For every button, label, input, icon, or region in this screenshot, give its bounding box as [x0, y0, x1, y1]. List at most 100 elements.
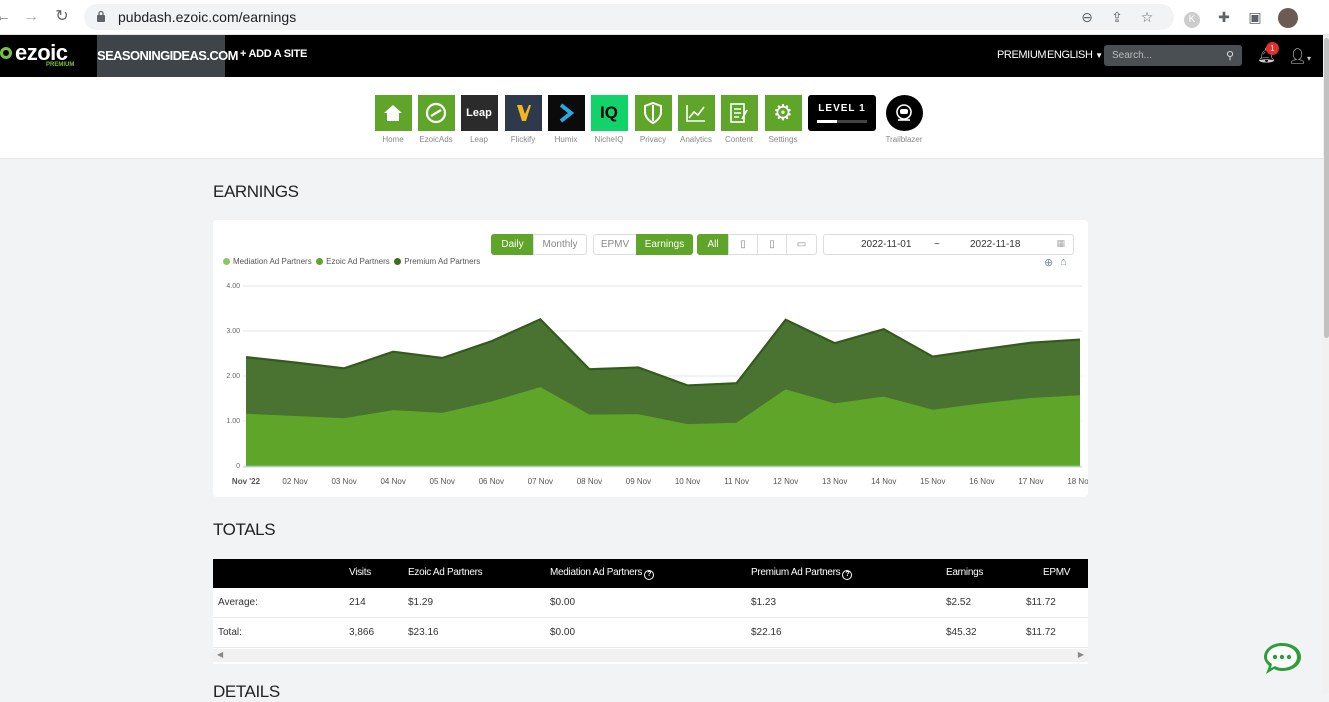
- bookmark-star-icon[interactable]: ☆: [1139, 9, 1155, 25]
- app-trailblazer[interactable]: Trailblazer: [885, 95, 923, 144]
- ezoicads-icon: [417, 95, 455, 131]
- forward-icon[interactable]: →: [22, 8, 40, 26]
- avatar[interactable]: [1278, 8, 1298, 28]
- x-tick-label: 07 Nov: [528, 477, 553, 486]
- x-tick-label: Nov '22: [232, 477, 261, 486]
- table-horizontal-scrollbar[interactable]: ◀ ▶: [213, 649, 1088, 662]
- shield-icon: [634, 95, 672, 131]
- x-tick-label: 02 Nov: [282, 477, 307, 486]
- logo-premium-label: PREMIUM: [46, 62, 75, 68]
- humix-icon: [547, 95, 585, 131]
- x-tick-label: 04 Nov: [380, 477, 405, 486]
- home-icon: [374, 95, 412, 131]
- table-row: Average: 214 $1.29 $0.00 $1.23 $2.52 $11…: [213, 588, 1088, 618]
- x-tick-label: 05 Nov: [430, 477, 455, 486]
- cell-ezoic: $1.29: [408, 597, 434, 608]
- url-text: pubdash.ezoic.com/earnings: [118, 9, 297, 25]
- col-premium-ad-partners[interactable]: Premium Ad Partners?: [751, 567, 853, 580]
- col-earnings[interactable]: Earnings: [946, 567, 983, 578]
- top-navigation: ezoic PREMIUM SEASONINGIDEAS.COM + ADD A…: [0, 35, 1323, 77]
- x-tick-label: 03 Nov: [331, 477, 356, 486]
- earnings-chart-card: Daily Monthly EPMV Earnings All ▯ ▯ ▭ 20…: [213, 220, 1088, 497]
- y-tick-label: 0: [236, 463, 240, 470]
- x-tick-label: 08 Nov: [577, 477, 602, 486]
- help-icon: ?: [842, 570, 853, 580]
- y-tick-label: 2.00: [226, 373, 240, 380]
- address-bar[interactable]: pubdash.ezoic.com/earnings ⊖ ⇪ ☆: [84, 4, 1174, 30]
- x-tick-label: 16 Nov: [969, 477, 994, 486]
- y-tick-label: 1.00: [226, 418, 240, 425]
- settings-icon: ⚙: [764, 95, 802, 131]
- caret-down-icon: ▼: [1095, 51, 1103, 60]
- table-row: Total: 3,866 $23.16 $0.00 $22.16 $45.32 …: [213, 618, 1088, 648]
- cell-ezoic: $23.16: [408, 627, 439, 638]
- cell-earnings: $45.32: [946, 627, 977, 638]
- page-scroll-thumb[interactable]: [1324, 38, 1329, 338]
- language-dropdown[interactable]: ENGLISH ▼: [1047, 49, 1103, 61]
- totals-title: TOTALS: [213, 520, 276, 539]
- cell-earnings: $2.52: [946, 597, 972, 608]
- cell-visits: 3,866: [349, 627, 375, 638]
- x-tick-label: 10 Nov: [675, 477, 700, 486]
- chat-support-icon[interactable]: [1262, 640, 1306, 678]
- cell-visits: 214: [349, 597, 366, 608]
- app-leap[interactable]: Leap Leap: [460, 95, 498, 144]
- x-tick-label: 15 Nov: [920, 477, 945, 486]
- scroll-right-icon[interactable]: ▶: [1078, 650, 1084, 659]
- x-tick-label: 13 Nov: [822, 477, 847, 486]
- site-selector[interactable]: SEASONINGIDEAS.COM: [97, 35, 238, 77]
- level-progress: [817, 120, 867, 123]
- y-tick-label: 4.00: [226, 283, 240, 290]
- analytics-icon: [677, 95, 715, 131]
- cell-epmv: $11.72: [1026, 597, 1056, 608]
- trailblazer-icon: [885, 95, 923, 131]
- row-label: Average:: [218, 597, 258, 608]
- content-icon: [720, 95, 758, 131]
- app-settings[interactable]: ⚙ Settings: [764, 95, 802, 144]
- cell-premium: $1.23: [751, 597, 777, 608]
- level-badge[interactable]: LEVEL 1: [808, 95, 876, 131]
- leap-icon: Leap: [460, 95, 498, 131]
- col-epmv[interactable]: EPMV: [1043, 567, 1070, 578]
- col-visits[interactable]: Visits: [349, 567, 371, 578]
- x-tick-label: 14 Nov: [871, 477, 896, 486]
- help-icon: ?: [644, 570, 655, 580]
- row-label: Total:: [218, 627, 242, 638]
- share-icon[interactable]: ⇪: [1109, 9, 1125, 25]
- scroll-left-icon[interactable]: ◀: [217, 650, 223, 659]
- x-tick-label: 09 Nov: [626, 477, 651, 486]
- x-tick-label: 17 Nov: [1018, 477, 1043, 486]
- search-input[interactable]: Search... ⚲: [1104, 45, 1242, 66]
- profile-k-icon[interactable]: K: [1183, 8, 1201, 28]
- nicheiq-icon: IQ: [590, 95, 628, 131]
- cell-premium: $22.16: [751, 627, 782, 638]
- lock-icon: [97, 10, 105, 22]
- table-header: Visits Ezoic Ad Partners Mediation Ad Pa…: [213, 559, 1088, 588]
- x-tick-label: 06 Nov: [479, 477, 504, 486]
- zoom-icon[interactable]: ⊖: [1079, 9, 1095, 25]
- col-ezoic-ad-partners[interactable]: Ezoic Ad Partners: [408, 567, 483, 578]
- x-tick-label: 11 Nov: [724, 477, 749, 486]
- back-icon[interactable]: ←: [0, 8, 12, 26]
- user-menu-icon[interactable]: 👤︎▾: [1288, 47, 1311, 65]
- add-site-link[interactable]: + ADD A SITE: [240, 48, 307, 60]
- earnings-area-chart: 0 1.00 2.00 3.00 4.00 Nov '22 02 Nov 03 Nov 04 N…: [226, 283, 1088, 486]
- browser-toolbar: ← → ↻ pubdash.ezoic.com/earnings ⊖ ⇪ ☆ K…: [0, 0, 1329, 35]
- app-icon-bar: Home EzoicAds Leap Leap Flickify Humix I…: [0, 77, 1323, 159]
- app-content[interactable]: Content: [720, 95, 758, 144]
- app-nicheiq[interactable]: IQ NicheIQ: [590, 95, 628, 144]
- col-mediation-ad-partners[interactable]: Mediation Ad Partners?: [550, 567, 655, 580]
- x-tick-label: 12 Nov: [773, 477, 798, 486]
- side-panel-icon[interactable]: ▣: [1246, 8, 1264, 26]
- search-icon[interactable]: ⚲: [1226, 49, 1234, 62]
- reload-icon[interactable]: ↻: [53, 8, 71, 26]
- premium-link[interactable]: PREMIUM: [997, 49, 1047, 61]
- totals-table: Visits Ezoic Ad Partners Mediation Ad Pa…: [213, 559, 1088, 664]
- extensions-icon[interactable]: ✚: [1215, 8, 1233, 26]
- cell-mediation: $0.00: [550, 627, 576, 638]
- cell-mediation: $0.00: [550, 597, 576, 608]
- y-tick-label: 3.00: [226, 328, 240, 335]
- cell-epmv: $11.72: [1026, 627, 1056, 638]
- earnings-title: EARNINGS: [213, 182, 299, 201]
- notification-badge: 1: [1266, 42, 1279, 55]
